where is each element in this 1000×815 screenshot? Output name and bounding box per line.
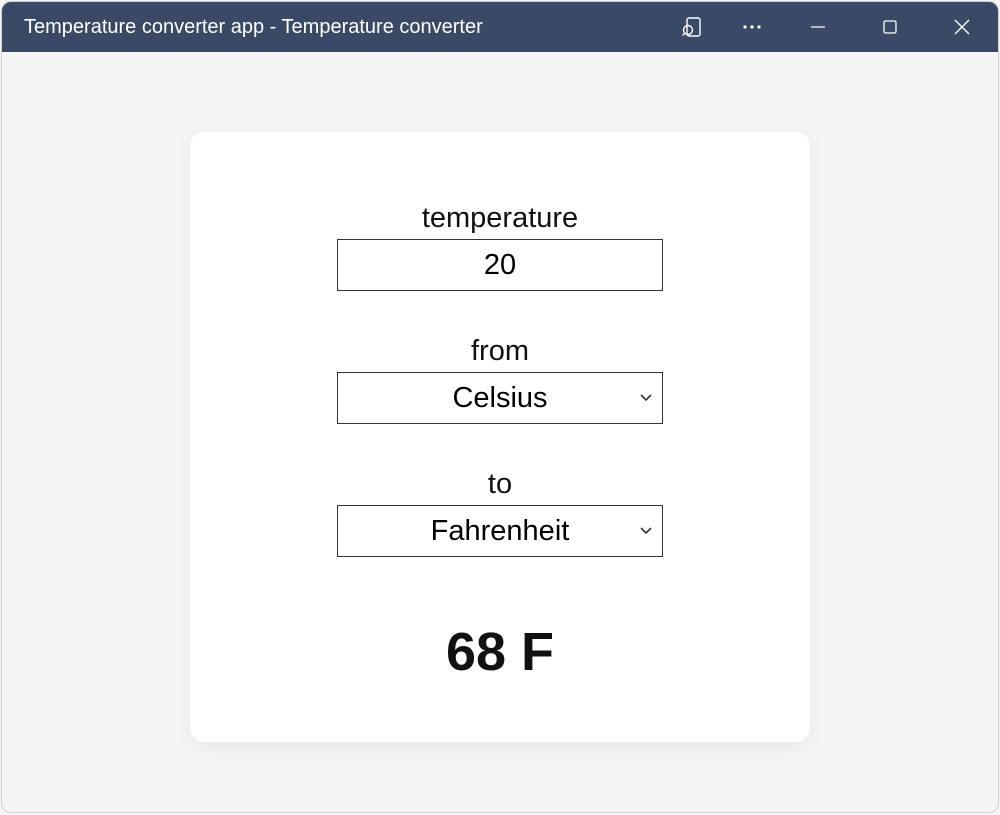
search-button[interactable] — [662, 2, 722, 52]
temperature-field-group: temperature — [337, 202, 663, 291]
minimize-button[interactable] — [782, 2, 854, 52]
titlebar: Temperature converter app - Temperature … — [2, 2, 998, 52]
minimize-icon — [811, 20, 825, 34]
more-button[interactable] — [722, 2, 782, 52]
maximize-button[interactable] — [854, 2, 926, 52]
close-button[interactable] — [926, 2, 998, 52]
close-icon — [954, 19, 970, 35]
search-icon — [681, 16, 703, 38]
more-icon — [742, 24, 762, 30]
converter-card: temperature from Celsius to — [190, 132, 810, 742]
client-area: temperature from Celsius to — [2, 52, 998, 812]
window-title: Temperature converter app - Temperature … — [2, 16, 662, 39]
result-text: 68 F — [446, 621, 554, 683]
to-field-group: to Fahrenheit — [337, 468, 663, 557]
from-field-group: from Celsius — [337, 335, 663, 424]
from-select-wrap: Celsius — [337, 372, 663, 424]
to-select[interactable]: Fahrenheit — [337, 505, 663, 557]
from-select[interactable]: Celsius — [337, 372, 663, 424]
to-select-wrap: Fahrenheit — [337, 505, 663, 557]
to-label: to — [488, 468, 512, 501]
temperature-label: temperature — [422, 202, 578, 235]
app-window: Temperature converter app - Temperature … — [1, 1, 999, 813]
titlebar-controls — [662, 2, 998, 52]
maximize-icon — [883, 20, 897, 34]
temperature-input[interactable] — [337, 239, 663, 291]
from-label: from — [471, 335, 529, 368]
